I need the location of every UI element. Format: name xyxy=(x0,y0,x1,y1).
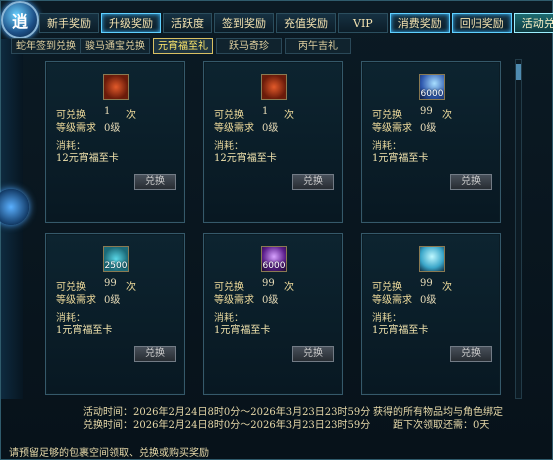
side-decoration xyxy=(0,39,29,399)
exchange-card: 6000 可兑换 99 次等级需求 0级 消耗： 1元宵福至卡 兑换 xyxy=(203,233,343,395)
exchangeable-value: 1 xyxy=(262,106,269,117)
scrollbar[interactable] xyxy=(515,59,522,399)
tab-recharge[interactable]: 充值奖励 xyxy=(276,13,336,33)
subtab-snake-signin[interactable]: 蛇年签到兑换 xyxy=(11,38,81,54)
subtab-lantern[interactable]: 元宵福至礼 xyxy=(153,38,213,54)
tab-vip[interactable]: VIP xyxy=(338,13,388,33)
exchange-card: 6000 可兑换 99 次等级需求 0级 消耗： 1元宵福至卡 兑换 xyxy=(361,61,501,223)
item-count: 6000 xyxy=(420,89,444,99)
scrollbar-thumb[interactable] xyxy=(516,64,521,80)
tab-levelup[interactable]: 升级奖励 xyxy=(101,13,161,33)
level-label: 等级需求 xyxy=(372,123,412,134)
tab-signin[interactable]: 签到奖励 xyxy=(214,13,274,33)
level-row: 等级需求 0级 xyxy=(214,291,278,306)
level-row: 等级需求 0级 xyxy=(56,119,120,134)
notes: 获得的所有物品均与角色绑定 距下次领取还需：0天 xyxy=(373,406,503,432)
exchange-card: 可兑换 1 次等级需求 0级 消耗： 12元宵福至卡 兑换 xyxy=(45,61,185,223)
red-pouch-icon[interactable] xyxy=(261,74,287,100)
level-label: 等级需求 xyxy=(214,295,254,306)
consume-value: 12元宵福至卡 xyxy=(56,153,119,164)
times-label: 次 xyxy=(284,282,294,293)
bag-space-tip: 请预留足够的包裹空间领取、兑换或购买奖励 xyxy=(9,448,209,459)
level-value: 0级 xyxy=(104,295,121,306)
game-logo-icon: 逍 xyxy=(1,1,39,39)
subtab-bingwu[interactable]: 丙午吉礼 xyxy=(285,38,351,54)
level-label: 等级需求 xyxy=(214,123,254,134)
exchange-grid: 可兑换 1 次等级需求 0级 消耗： 12元宵福至卡 兑换 可兑换 1 次等级需求 0级 消耗： 12元… xyxy=(29,53,515,403)
tab-consume[interactable]: 消费奖励 xyxy=(389,13,450,33)
level-row: 等级需求 0级 xyxy=(372,119,436,134)
level-value: 0级 xyxy=(262,295,279,306)
consume-value: 12元宵福至卡 xyxy=(214,153,277,164)
exchangeable-value: 1 xyxy=(104,106,111,117)
level-row: 等级需求 0级 xyxy=(372,291,436,306)
consume-value: 1元宵福至卡 xyxy=(56,325,113,336)
times-label: 次 xyxy=(442,110,452,121)
exchange-button[interactable]: 兑换 xyxy=(450,174,492,190)
aqua-crystal-icon[interactable] xyxy=(419,246,445,272)
tab-newbie[interactable]: 新手奖励 xyxy=(39,13,99,33)
bind-note: 获得的所有物品均与角色绑定 xyxy=(373,407,503,418)
exchange-button[interactable]: 兑换 xyxy=(292,174,334,190)
item-count: 2500 xyxy=(104,261,128,271)
red-pouch-icon[interactable] xyxy=(103,74,129,100)
exchangeable-value: 99 xyxy=(262,278,275,289)
exchangeable-value: 99 xyxy=(104,278,117,289)
next-claim-note: 距下次领取还需：0天 xyxy=(393,420,490,431)
level-label: 等级需求 xyxy=(56,123,96,134)
activity-window: 逍 新手奖励 升级奖励 活跃度 签到奖励 充值奖励 VIP 消费奖励 回归奖励 … xyxy=(0,0,553,460)
times-label: 次 xyxy=(442,282,452,293)
times-label: 次 xyxy=(126,282,136,293)
exchange-card: 可兑换 1 次等级需求 0级 消耗： 12元宵福至卡 兑换 xyxy=(203,61,343,223)
times-label: 次 xyxy=(126,110,136,121)
consume-value: 1元宵福至卡 xyxy=(372,325,429,336)
times-label: 次 xyxy=(284,110,294,121)
level-label: 等级需求 xyxy=(56,295,96,306)
exchange-card: 2500 可兑换 99 次等级需求 0级 消耗： 1元宵福至卡 兑换 xyxy=(45,233,185,395)
orb-decoration-icon xyxy=(0,189,29,225)
exchangeable-value: 99 xyxy=(420,278,433,289)
subtab-horse-treasure[interactable]: 跃马奇珍 xyxy=(216,38,282,54)
exchange-button[interactable]: 兑换 xyxy=(134,346,176,362)
subtab-horse-coin[interactable]: 骏马通宝兑换 xyxy=(80,38,150,54)
activity-time: 活动时间：2026年2月24日8时0分～2026年3月23日23时59分 xyxy=(83,407,371,418)
item-count: 6000 xyxy=(262,261,286,271)
consume-value: 1元宵福至卡 xyxy=(372,153,429,164)
level-row: 等级需求 0级 xyxy=(56,291,120,306)
exchange-button[interactable]: 兑换 xyxy=(134,174,176,190)
tab-activity[interactable]: 活跃度 xyxy=(163,13,212,33)
exchange-button[interactable]: 兑换 xyxy=(292,346,334,362)
exchangeable-value: 99 xyxy=(420,106,433,117)
level-value: 0级 xyxy=(420,295,437,306)
cyan-orb-icon[interactable]: 2500 xyxy=(103,246,129,272)
level-value: 0级 xyxy=(262,123,279,134)
level-value: 0级 xyxy=(104,123,121,134)
level-row: 等级需求 0级 xyxy=(214,119,278,134)
exchange-button[interactable]: 兑换 xyxy=(450,346,492,362)
tab-event-exchange[interactable]: 活动兑换 xyxy=(513,13,553,33)
purple-orb-icon[interactable]: 6000 xyxy=(261,246,287,272)
tab-return[interactable]: 回归奖励 xyxy=(451,13,512,33)
level-label: 等级需求 xyxy=(372,295,412,306)
consume-value: 1元宵福至卡 xyxy=(214,325,271,336)
exchange-time: 兑换时间：2026年2月24日8时0分～2026年3月23日23时59分 xyxy=(83,420,371,431)
exchange-card: 可兑换 99 次等级需求 0级 消耗： 1元宵福至卡 兑换 xyxy=(361,233,501,395)
time-info: 活动时间：2026年2月24日8时0分～2026年3月23日23时59分 兑换时… xyxy=(83,406,370,432)
top-tab-bar: 新手奖励 升级奖励 活跃度 签到奖励 充值奖励 VIP 消费奖励 回归奖励 活动… xyxy=(39,13,553,35)
blue-gem-icon[interactable]: 6000 xyxy=(419,74,445,100)
level-value: 0级 xyxy=(420,123,437,134)
